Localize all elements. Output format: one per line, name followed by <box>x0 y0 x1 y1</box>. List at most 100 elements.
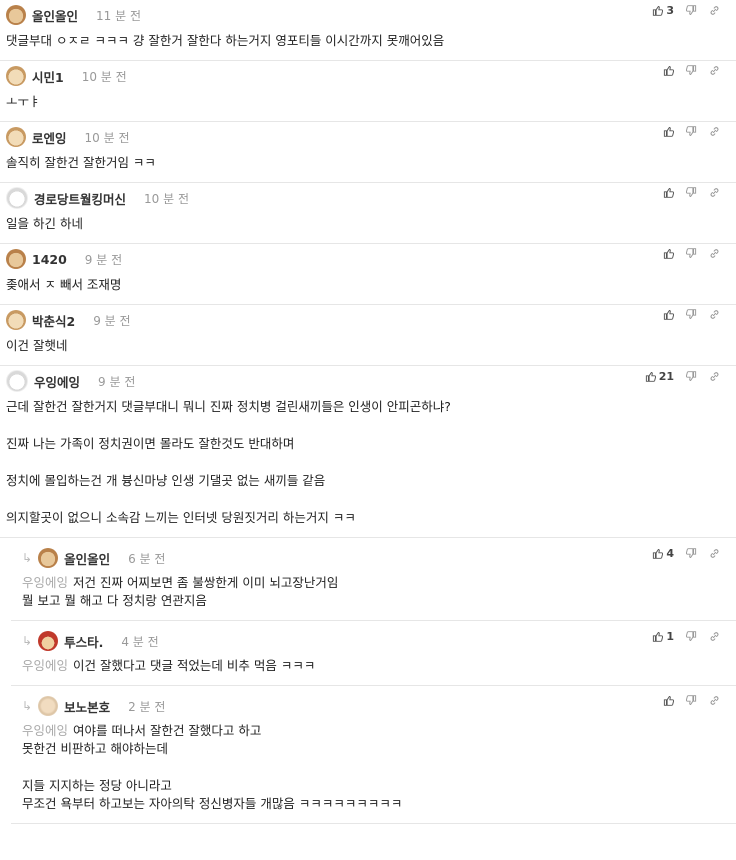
avatar[interactable] <box>6 187 28 209</box>
dislike-button[interactable] <box>686 65 697 76</box>
comment-actions <box>651 187 720 198</box>
comment-item: 시민1 10 분 전 ㅗㅜㅑ <box>0 61 736 122</box>
comment-body: 솔직히 잘한건 잘한거임 ㅋㅋ <box>6 154 736 172</box>
copy-link-button[interactable] <box>709 65 720 76</box>
comment-actions: 21 <box>633 370 720 383</box>
comment-text-line: 일을 하긴 하네 <box>6 215 736 233</box>
author-name[interactable]: 보노본호 <box>64 697 110 716</box>
like-count: 3 <box>666 4 674 17</box>
avatar[interactable] <box>6 5 26 25</box>
copy-link-button[interactable] <box>709 248 720 259</box>
comment-text: 진짜 나는 가족이 정치권이면 몰라도 잘한것도 반대하며 <box>6 436 295 451</box>
copy-link-button[interactable] <box>709 631 720 642</box>
thumbs-up-icon <box>663 65 674 76</box>
like-button[interactable]: 21 <box>645 370 674 383</box>
comment-text-line: 지들 지지하는 정당 아니라고 <box>22 777 736 795</box>
dislike-button[interactable] <box>686 371 697 382</box>
like-button[interactable] <box>663 695 674 706</box>
author-name[interactable]: 박춘식2 <box>32 311 75 330</box>
comment-text: 정치에 몰입하는건 개 븅신마냥 인생 기댈곳 없는 새끼들 같음 <box>6 473 326 488</box>
comment-header: 우잉에잉 9 분 전 <box>6 369 736 393</box>
reply-item: ↳ 투스타. 4 분 전 1 우잉에잉 이건 잘했다고 댓글 적었는데 비추 먹음 ㅋㅋㅋ <box>11 621 736 686</box>
thumbs-up-icon <box>663 187 674 198</box>
comment-body: 우잉에잉 이건 잘했다고 댓글 적었는데 비추 먹음 ㅋㅋㅋ <box>22 657 736 675</box>
comment-time: 4 분 전 <box>121 634 159 649</box>
avatar[interactable] <box>38 631 59 651</box>
dislike-button[interactable] <box>686 126 697 137</box>
dislike-button[interactable] <box>686 548 697 559</box>
avatar[interactable] <box>38 696 59 716</box>
avatar[interactable] <box>6 127 26 147</box>
thumbs-down-icon <box>686 371 697 382</box>
reply-mention[interactable]: 우잉에잉 <box>22 575 68 590</box>
like-button[interactable]: 3 <box>652 4 674 17</box>
author-name[interactable]: 투스타. <box>64 632 103 651</box>
link-icon <box>709 65 720 76</box>
comment-actions <box>651 695 720 706</box>
comment-actions: 1 <box>640 630 720 643</box>
author-name[interactable]: 우잉에잉 <box>34 372 80 391</box>
author-name[interactable]: 1420 <box>32 252 67 267</box>
author-name[interactable]: 올인올인 <box>32 6 78 25</box>
avatar[interactable] <box>6 370 28 392</box>
avatar[interactable] <box>6 310 26 330</box>
avatar[interactable] <box>6 66 26 86</box>
like-button[interactable]: 4 <box>652 547 674 560</box>
copy-link-button[interactable] <box>709 5 720 16</box>
dislike-button[interactable] <box>686 309 697 320</box>
comment-text-line: 의지할곳이 없으니 소속감 느끼는 인터넷 당원짓거리 하는거지 ㅋㅋ <box>6 509 736 527</box>
author-name[interactable]: 로엔잉 <box>32 128 67 147</box>
comment-text: 의지할곳이 없으니 소속감 느끼는 인터넷 당원짓거리 하는거지 ㅋㅋ <box>6 510 356 525</box>
copy-link-button[interactable] <box>709 187 720 198</box>
avatar[interactable] <box>6 249 26 269</box>
thumbs-up-icon <box>652 548 664 559</box>
thumbs-up-icon <box>663 309 674 320</box>
link-icon <box>709 631 720 642</box>
copy-link-button[interactable] <box>709 548 720 559</box>
reply-mention[interactable]: 우잉에잉 <box>22 658 68 673</box>
comment-header: 박춘식2 9 분 전 <box>6 308 736 332</box>
comment-text-line: 무조건 욕부터 하고보는 자아의탁 정신병자들 개많음 ㅋㅋㅋㅋㅋㅋㅋㅋㅋ <box>22 795 736 813</box>
like-button[interactable]: 1 <box>652 630 674 643</box>
comment-actions <box>651 248 720 259</box>
comment-time: 9 분 전 <box>93 313 131 328</box>
dislike-button[interactable] <box>686 631 697 642</box>
copy-link-button[interactable] <box>709 126 720 137</box>
reply-arrow-icon: ↳ <box>22 634 33 648</box>
thumbs-down-icon <box>686 309 697 320</box>
author-name[interactable]: 시민1 <box>32 67 64 86</box>
link-icon <box>709 371 720 382</box>
avatar[interactable] <box>38 548 59 568</box>
copy-link-button[interactable] <box>709 695 720 706</box>
copy-link-button[interactable] <box>709 371 720 382</box>
like-button[interactable] <box>663 309 674 320</box>
comment-time: 9 분 전 <box>98 374 136 389</box>
copy-link-button[interactable] <box>709 309 720 320</box>
thumbs-down-icon <box>686 5 697 16</box>
comment-item: 박춘식2 9 분 전 이건 잘햇네 <box>0 305 736 366</box>
reply-mention[interactable]: 우잉에잉 <box>22 723 68 738</box>
dislike-button[interactable] <box>686 187 697 198</box>
comment-text: 근데 잘한건 잘한거지 댓글부대니 뭐니 진짜 정치병 걸린새끼들은 인생이 안… <box>6 399 451 414</box>
dislike-button[interactable] <box>686 5 697 16</box>
like-button[interactable] <box>663 248 674 259</box>
author-name[interactable]: 경로당트월킹머신 <box>34 189 126 208</box>
like-count: 4 <box>666 547 674 560</box>
dislike-button[interactable] <box>686 248 697 259</box>
comment-text: 이건 잘했다고 댓글 적었는데 비추 먹음 ㅋㅋㅋ <box>73 658 316 673</box>
comment-text: 솔직히 잘한건 잘한거임 ㅋㅋ <box>6 155 156 170</box>
comment-time: 10 분 전 <box>81 69 127 84</box>
comment-text: 일을 하긴 하네 <box>6 216 83 231</box>
dislike-button[interactable] <box>686 695 697 706</box>
like-count: 21 <box>658 370 674 383</box>
like-button[interactable] <box>663 126 674 137</box>
comment-header: ↳ 보노본호 2 분 전 <box>22 694 736 718</box>
like-button[interactable] <box>663 187 674 198</box>
comment-text-line: 댓글부대 ㅇㅈㄹ ㅋㅋㅋ 걍 잘한거 잘한다 하는거지 영포티들 이시간까지 못… <box>6 32 736 50</box>
reply-item: ↳ 보노본호 2 분 전 우잉에잉 여야를 떠나서 잘한건 잘했다고 하고 못한건 비판하… <box>11 686 736 824</box>
like-button[interactable] <box>663 65 674 76</box>
comment-text: ㅗㅜㅑ <box>6 94 41 109</box>
author-name[interactable]: 올인올인 <box>64 549 110 568</box>
